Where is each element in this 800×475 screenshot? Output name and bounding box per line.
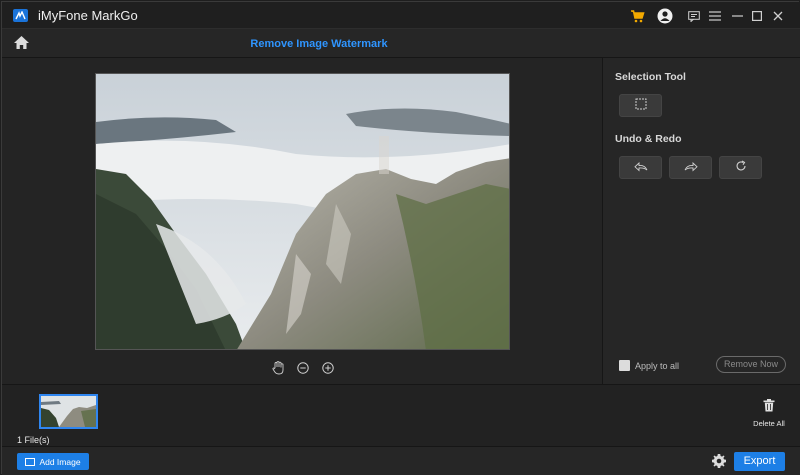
reset-icon <box>735 159 747 177</box>
rect-select-button[interactable] <box>619 94 662 117</box>
file-count: 1 File(s) <box>17 435 50 445</box>
tool-panel: Selection Tool Undo & Redo Apply to all <box>602 58 800 384</box>
footer-bar: Add Image Export <box>2 446 800 475</box>
zoom-out-icon[interactable] <box>295 360 311 376</box>
file-strip: 1 File(s) Delete All <box>2 384 800 446</box>
menu-icon[interactable] <box>706 7 724 25</box>
gear-icon[interactable] <box>711 453 727 469</box>
apply-to-all-label: Apply to all <box>635 360 680 371</box>
remove-now-button[interactable]: Remove Now <box>716 356 786 373</box>
undo-icon <box>633 159 648 177</box>
redo-icon <box>684 159 698 177</box>
export-button[interactable]: Export <box>734 452 785 471</box>
feedback-icon[interactable] <box>685 7 703 25</box>
trash-icon <box>763 399 775 416</box>
close-icon[interactable] <box>769 7 787 25</box>
page-title: Remove Image Watermark <box>250 38 388 50</box>
image-icon <box>25 457 36 466</box>
add-image-label: Add Image <box>39 456 81 467</box>
selection-tool-label: Selection Tool <box>615 71 686 83</box>
apply-to-all-checkbox[interactable]: Apply to all <box>619 360 679 371</box>
hand-icon[interactable] <box>270 360 286 376</box>
user-icon[interactable] <box>656 7 674 25</box>
rect-select-icon <box>635 97 647 115</box>
file-thumbnail[interactable] <box>39 394 98 429</box>
undo-button[interactable] <box>619 156 662 179</box>
delete-all-button[interactable]: Delete All <box>750 399 788 428</box>
checkbox-box[interactable] <box>619 360 630 371</box>
app-window: iMyFone MarkGo Remove Image Watermark Se… <box>1 1 800 475</box>
title-bar: iMyFone MarkGo <box>2 2 800 29</box>
reset-button[interactable] <box>719 156 762 179</box>
app-title: iMyFone MarkGo <box>38 8 138 23</box>
cart-icon[interactable] <box>628 7 646 25</box>
preview-image[interactable] <box>95 73 510 350</box>
redo-button[interactable] <box>669 156 712 179</box>
undo-redo-label: Undo & Redo <box>615 133 682 145</box>
delete-all-label: Delete All <box>753 419 785 428</box>
minimize-icon[interactable] <box>728 7 746 25</box>
header-bar: Remove Image Watermark <box>2 29 800 58</box>
preview-canvas <box>2 58 602 384</box>
maximize-icon[interactable] <box>748 7 766 25</box>
add-image-button[interactable]: Add Image <box>17 453 89 470</box>
logo-icon <box>13 9 28 22</box>
zoom-in-icon[interactable] <box>320 360 336 376</box>
